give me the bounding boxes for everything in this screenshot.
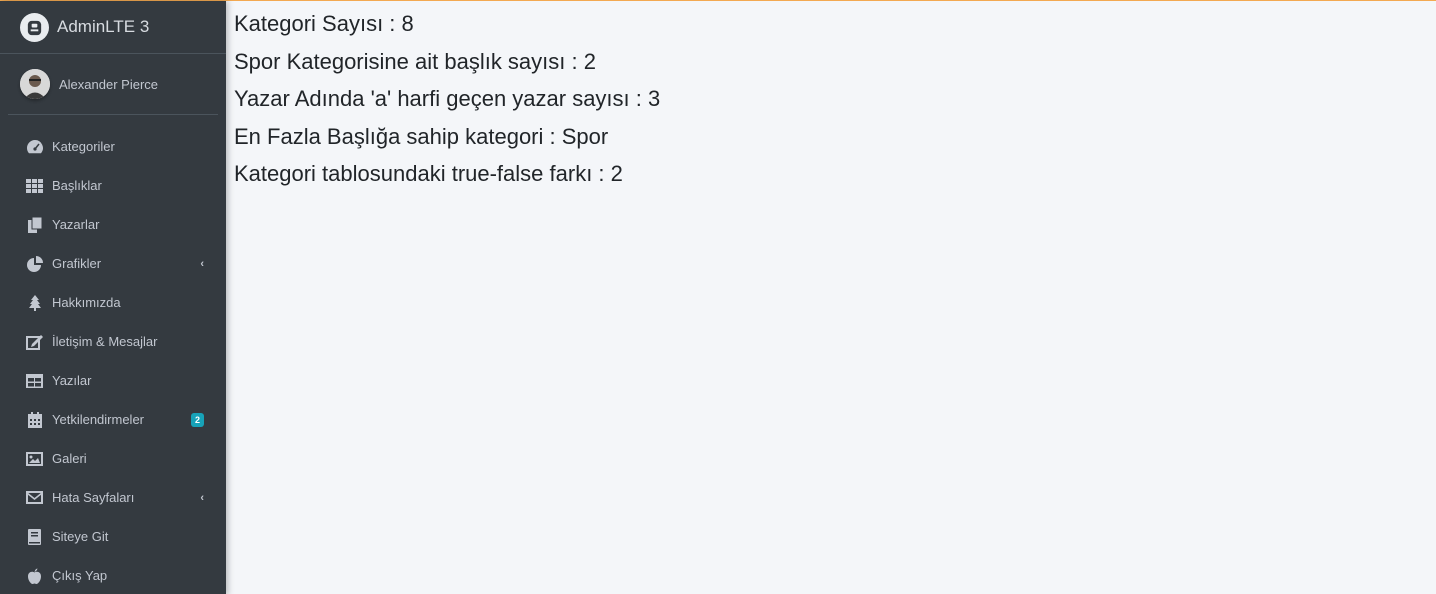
sidebar-item-label: Galeri <box>52 451 87 466</box>
sidebar-item-yetkilendirmeler[interactable]: Yetkilendirmeler 2 <box>0 400 226 439</box>
stat-true-false-farki: Kategori tablosundaki true-false farkı :… <box>234 161 623 186</box>
sidebar-item-galeri[interactable]: Galeri <box>0 439 226 478</box>
sidebar-item-label: İletişim & Mesajlar <box>52 334 158 349</box>
stat-en-fazla-baslik-kategori: En Fazla Başlığa sahip kategori : Spor <box>234 123 609 149</box>
edit-icon <box>25 332 44 351</box>
content-area: Kategori Sayısı : 8 Spor Kategorisine ai… <box>234 5 1436 193</box>
sidebar-item-label: Başlıklar <box>52 178 102 193</box>
adminlte-logo-icon <box>20 12 49 42</box>
brand-link[interactable]: AdminLTE 3 <box>0 1 226 54</box>
table-icon <box>25 371 44 390</box>
sidebar-item-label: Hakkımızda <box>52 295 121 310</box>
sidebar-item-cikis-yap[interactable]: Çıkış Yap <box>0 556 226 594</box>
sidebar-item-label: Yazarlar <box>52 217 100 232</box>
sidebar-item-kategoriler[interactable]: Kategoriler <box>0 127 226 166</box>
chevron-left-icon[interactable]: ‹ <box>200 258 204 270</box>
sidebar-item-label: Grafikler <box>52 256 102 271</box>
user-name[interactable]: Alexander Pierce <box>59 77 158 92</box>
brand-text: AdminLTE 3 <box>57 17 150 36</box>
sidebar-item-label: Hata Sayfaları <box>52 490 135 505</box>
sidebar-item-siteye-git[interactable]: Siteye Git <box>0 517 226 556</box>
user-panel[interactable]: Alexander Pierce <box>8 54 218 115</box>
sidebar-item-grafikler[interactable]: Grafikler ‹ <box>0 244 226 283</box>
sidebar-item-label: Yetkilendirmeler <box>52 412 145 427</box>
sidebar-item-basliklar[interactable]: Başlıklar <box>0 166 226 205</box>
sidebar-item-hata-sayfalari[interactable]: Hata Sayfaları ‹ <box>0 478 226 517</box>
calendar-icon <box>25 410 44 429</box>
sidebar-item-label: Çıkış Yap <box>52 568 108 583</box>
stat-kategori-sayisi: Kategori Sayısı : 8 <box>234 11 414 36</box>
sidebar-nav: Kategoriler Başlıklar Yazarlar Grafikler… <box>0 115 226 594</box>
stat-yazar-a-harfi-sayisi: Yazar Adında 'a' harfi geçen yazar sayıs… <box>234 86 661 111</box>
pie-chart-icon <box>25 254 44 273</box>
sidebar-item-label: Siteye Git <box>52 529 109 544</box>
sidebar-item-iletisim-mesajlar[interactable]: İletişim & Mesajlar <box>0 322 226 361</box>
sidebar-item-label: Yazılar <box>52 373 92 388</box>
copy-icon <box>25 215 44 234</box>
tachometer-icon <box>25 137 44 156</box>
apple-icon <box>25 566 44 585</box>
sidebar-item-yazilar[interactable]: Yazılar <box>0 361 226 400</box>
sidebar-item-hakkimizda[interactable]: Hakkımızda <box>0 283 226 322</box>
main-sidebar: AdminLTE 3 Alexander Pierce Kategoriler … <box>0 1 226 594</box>
sidebar-item-yazarlar[interactable]: Yazarlar <box>0 205 226 244</box>
stat-spor-baslik-sayisi: Spor Kategorisine ait başlık sayısı : 2 <box>234 48 596 74</box>
avatar[interactable] <box>20 69 50 99</box>
image-icon <box>25 449 44 468</box>
grid-icon <box>25 176 44 195</box>
envelope-icon <box>25 488 44 507</box>
chevron-left-icon[interactable]: ‹ <box>200 492 204 504</box>
notification-badge: 2 <box>190 412 204 427</box>
sidebar-item-label: Kategoriler <box>52 139 115 154</box>
book-icon <box>25 527 44 546</box>
tree-icon <box>25 293 44 312</box>
